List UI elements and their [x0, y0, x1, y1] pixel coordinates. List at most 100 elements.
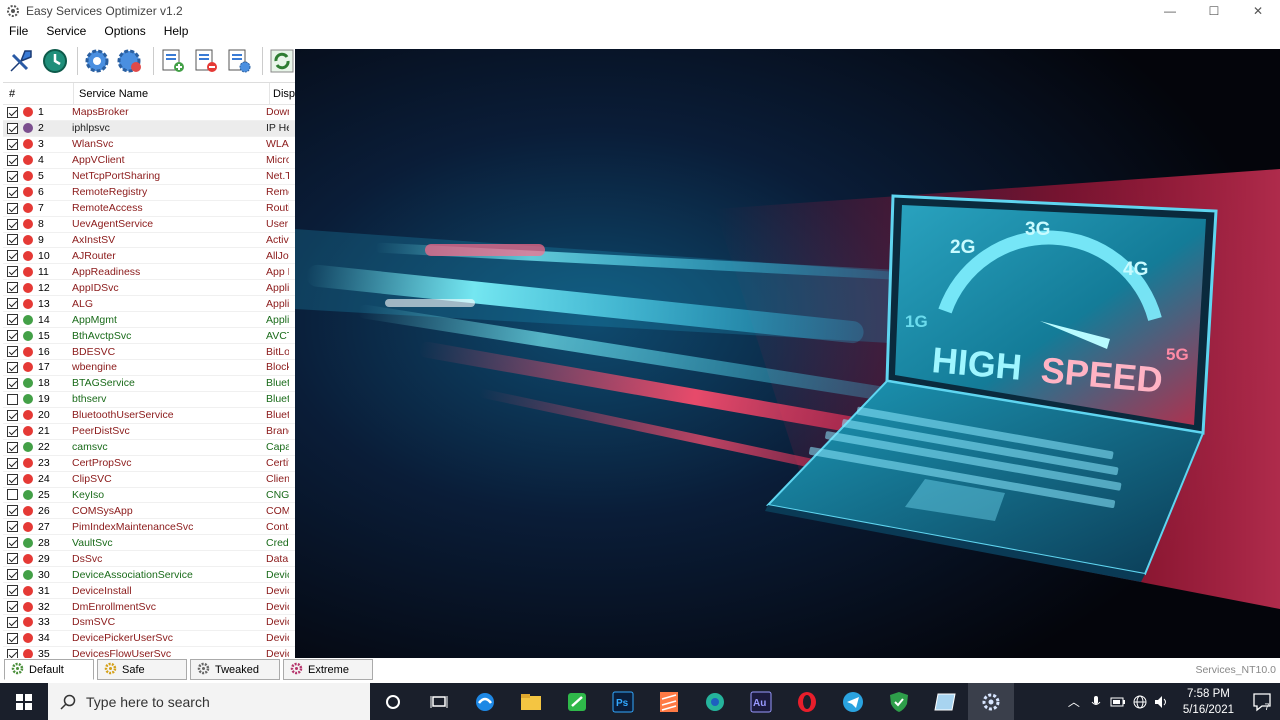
taskbar-app-sheets[interactable]: [554, 683, 600, 720]
taskbar-app-opera[interactable]: [784, 683, 830, 720]
add-list-button[interactable]: [157, 45, 187, 77]
table-row[interactable]: 19 bthserv Bluetooth Support Service: [3, 392, 295, 408]
table-row[interactable]: 8 UevAgentService User Experience Virtuali…: [3, 217, 295, 233]
table-row[interactable]: 33 DsmSVC Device Setup Manager: [3, 615, 295, 631]
properties-list-button[interactable]: [224, 45, 254, 77]
volume-icon[interactable]: [1151, 695, 1173, 709]
menu-help[interactable]: Help: [155, 24, 198, 38]
row-checkbox[interactable]: [7, 473, 18, 485]
services-list[interactable]: # Service Name Display Name 1 MapsBroker D…: [3, 82, 295, 658]
row-checkbox[interactable]: [7, 138, 18, 150]
table-row[interactable]: 34 DevicePickerUserSvc DevicePicker: [3, 631, 295, 647]
battery-icon[interactable]: [1107, 697, 1129, 707]
table-row[interactable]: 28 VaultSvc Credential Manager: [3, 535, 295, 552]
row-checkbox[interactable]: [7, 569, 18, 581]
row-checkbox[interactable]: [7, 202, 18, 214]
row-checkbox[interactable]: [7, 632, 18, 644]
row-checkbox[interactable]: [7, 505, 18, 517]
table-row[interactable]: 20 BluetoothUserService Bluetooth User Sup…: [3, 408, 295, 424]
taskbar-app-edge-dev[interactable]: [692, 683, 738, 720]
tab-safe[interactable]: Safe: [97, 659, 187, 680]
row-checkbox[interactable]: [7, 122, 18, 134]
table-row[interactable]: 24 ClipSVC Client License Service (ClipSVC…: [3, 472, 295, 488]
row-checkbox[interactable]: [7, 186, 18, 198]
table-row[interactable]: 22 camsvc Capability Access Manager Servic…: [3, 440, 295, 456]
row-checkbox[interactable]: [7, 330, 18, 342]
service-gear-button[interactable]: [82, 45, 112, 77]
table-row[interactable]: 14 AppMgmt Application Management: [3, 312, 295, 329]
tray-overflow-chevron-icon[interactable]: ︿: [1063, 693, 1085, 710]
taskbar-clock[interactable]: 7:58 PM 5/16/2021: [1173, 686, 1244, 718]
table-row[interactable]: 35 DevicesFlowUserSvc DevicesFlow: [3, 647, 295, 658]
row-checkbox[interactable]: [7, 377, 18, 389]
table-row[interactable]: 6 RemoteRegistry Remote Registry: [3, 185, 295, 201]
taskbar-app-shield-vpn[interactable]: [876, 683, 922, 720]
table-row[interactable]: 4 AppVClient Microsoft App-V Client: [3, 153, 295, 169]
row-checkbox[interactable]: [7, 409, 18, 421]
row-checkbox[interactable]: [7, 457, 18, 469]
row-checkbox[interactable]: [7, 425, 18, 437]
table-row[interactable]: 12 AppIDSvc Application Identity: [3, 280, 295, 297]
refresh-button[interactable]: [267, 45, 297, 77]
minimize-button[interactable]: —: [1148, 0, 1192, 22]
menu-file[interactable]: File: [0, 24, 37, 38]
table-row[interactable]: 31 DeviceInstall Device Install Service: [3, 583, 295, 600]
notifications-button[interactable]: 7: [1244, 692, 1280, 712]
row-checkbox[interactable]: [7, 489, 18, 501]
microphone-icon[interactable]: [1085, 695, 1107, 709]
taskbar-app-services-optimizer[interactable]: [968, 683, 1014, 720]
table-row[interactable]: 17 wbengine Block Level Backup Engine Serv…: [3, 360, 295, 376]
menu-options[interactable]: Options: [95, 24, 154, 38]
row-checkbox[interactable]: [7, 648, 18, 658]
table-row[interactable]: 15 BthAvctpSvc AVCTP service: [3, 328, 295, 345]
close-button[interactable]: ✕: [1236, 0, 1280, 22]
row-checkbox[interactable]: [7, 393, 18, 405]
restore-button[interactable]: [39, 45, 69, 77]
table-row[interactable]: 10 AJRouter AllJoyn Router Service: [3, 248, 295, 265]
taskbar-app-telegram[interactable]: [830, 683, 876, 720]
row-checkbox[interactable]: [7, 346, 18, 358]
header-display-name[interactable]: Display Name: [269, 83, 295, 104]
row-checkbox[interactable]: [7, 250, 18, 262]
table-row[interactable]: 16 BDESVC BitLocker Drive Encryption Servi…: [3, 344, 295, 360]
table-row[interactable]: 11 AppReadiness App Readiness: [3, 264, 295, 281]
row-checkbox[interactable]: [7, 218, 18, 230]
row-checkbox[interactable]: [7, 266, 18, 278]
row-checkbox[interactable]: [7, 616, 18, 628]
task-view-button[interactable]: [416, 683, 462, 720]
table-row[interactable]: 18 BTAGService Bluetooth Audio Gateway Ser…: [3, 376, 295, 392]
table-row[interactable]: 21 PeerDistSvc BranchCache: [3, 424, 295, 440]
remove-list-button[interactable]: [191, 45, 221, 77]
row-checkbox[interactable]: [7, 361, 18, 373]
table-row[interactable]: 23 CertPropSvc Certificate Propagation: [3, 456, 295, 472]
header-number[interactable]: #: [3, 88, 73, 100]
table-row[interactable]: 32 DmEnrollmentSvc Device Management Enrol…: [3, 599, 295, 615]
row-checkbox[interactable]: [7, 314, 18, 326]
tab-tweaked[interactable]: Tweaked: [190, 659, 280, 680]
row-checkbox[interactable]: [7, 154, 18, 166]
row-checkbox[interactable]: [7, 234, 18, 246]
row-checkbox[interactable]: [7, 441, 18, 453]
menu-service[interactable]: Service: [37, 24, 95, 38]
row-checkbox[interactable]: [7, 537, 18, 549]
taskbar-app-file-explorer[interactable]: [508, 683, 554, 720]
row-checkbox[interactable]: [7, 298, 18, 310]
table-row[interactable]: 7 RemoteAccess Routing and Remote Access: [3, 201, 295, 217]
row-checkbox[interactable]: [7, 106, 18, 118]
taskbar-app-audition[interactable]: Au: [738, 683, 784, 720]
table-row[interactable]: 3 WlanSvc WLAN AutoConfig: [3, 137, 295, 153]
cortana-button[interactable]: [370, 683, 416, 720]
taskbar-app-photoshop[interactable]: Ps: [600, 683, 646, 720]
row-checkbox[interactable]: [7, 553, 18, 565]
taskbar-app-edge[interactable]: [462, 683, 508, 720]
table-row[interactable]: 29 DsSvc Data Sharing Service: [3, 551, 295, 568]
maximize-button[interactable]: ☐: [1192, 0, 1236, 22]
tab-default[interactable]: Default: [4, 659, 94, 680]
table-row[interactable]: 30 DeviceAssociationService Device Associa…: [3, 567, 295, 584]
table-row[interactable]: 5 NetTcpPortSharing Net.Tcp Port Sharing S…: [3, 169, 295, 185]
table-row[interactable]: 9 AxInstSV ActiveX Installer (AxInstSV): [3, 233, 295, 249]
table-row[interactable]: 25 KeyIso CNG Key Isolation: [3, 488, 295, 504]
table-row[interactable]: 1 MapsBroker Downloaded Maps Manager: [3, 105, 295, 121]
row-checkbox[interactable]: [7, 521, 18, 533]
taskbar-app-notes[interactable]: [922, 683, 968, 720]
